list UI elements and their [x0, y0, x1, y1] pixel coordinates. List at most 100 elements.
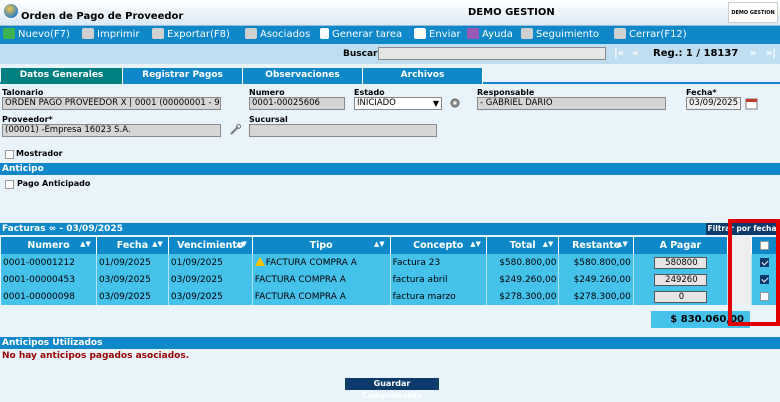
page-title: Orden de Pago de Proveedor: [21, 11, 184, 22]
close-button[interactable]: Cerrar(F12): [614, 27, 687, 43]
tab-archivos[interactable]: Archivos: [363, 68, 483, 84]
prev-page-button[interactable]: «: [632, 48, 638, 59]
sort-icon: ▲▼: [235, 240, 247, 248]
numero-label: Numero: [249, 88, 285, 97]
responsable-label: Responsable: [477, 88, 535, 97]
a-pagar-input[interactable]: 580800: [653, 256, 707, 269]
cell-tipo: FACTURA COMPRA A: [252, 271, 391, 288]
cell-fecha: 03/09/2025: [96, 271, 169, 288]
cell-numero: 0001-00001212: [1, 254, 97, 271]
mostrador-label: Mostrador: [16, 149, 63, 158]
cell-vencimiento: 03/09/2025: [168, 288, 253, 305]
cell-a-pagar: 249260: [633, 271, 728, 288]
tracking-button[interactable]: Seguimiento: [521, 27, 599, 43]
column-header-tipo[interactable]: Tipo ▲▼: [252, 237, 391, 254]
tab-datos-generales[interactable]: Datos Generales: [1, 68, 123, 84]
a-pagar-input[interactable]: 249260: [653, 273, 707, 286]
task-icon: [320, 28, 329, 39]
pager: |« «: [614, 48, 647, 59]
column-header-total[interactable]: Total ▲▼: [486, 237, 560, 254]
toolbar: Nuevo(F7) Imprimir Exportar(F8) Asociado…: [0, 26, 780, 44]
sort-icon: ▲▼: [617, 240, 628, 248]
print-button[interactable]: Imprimir: [82, 27, 140, 43]
empty-state-message: No hay anticipos pagados asociados.: [2, 351, 190, 361]
cell-concepto: Factura 23: [390, 254, 487, 271]
cell-tipo: FACTURA COMPRA A: [252, 288, 391, 305]
export-icon: [152, 28, 164, 39]
highlight-box: [728, 219, 780, 326]
tab-observaciones[interactable]: Observaciones: [243, 68, 363, 84]
close-icon: [614, 28, 626, 39]
export-button[interactable]: Exportar(F8): [152, 27, 230, 43]
sort-icon: ▲▼: [542, 240, 554, 248]
table-row[interactable]: 0001-00001212 01/09/2025 01/09/2025 FACT…: [1, 254, 777, 271]
printer-icon: [82, 28, 94, 39]
cell-restante: $580.800,00: [558, 254, 634, 271]
column-header-vencimiento[interactable]: Vencimiento ▲▼: [168, 237, 253, 254]
tab-bar: Datos Generales Registrar Pagos Observac…: [0, 68, 780, 84]
sort-icon: ▲▼: [470, 240, 481, 248]
talonario-field[interactable]: ORDEN PAGO PROVEEDOR X | 0001 (00000001 …: [2, 97, 221, 110]
gear-icon[interactable]: [449, 97, 461, 109]
sort-icon: ▲▼: [80, 240, 91, 248]
estado-select[interactable]: INICIADO ▼: [354, 97, 442, 110]
proveedor-field[interactable]: (00001) -Empresa 16023 S.A.: [2, 124, 221, 137]
last-page-button[interactable]: »|: [766, 48, 776, 59]
cell-numero: 0001-00000453: [1, 271, 97, 288]
column-header-fecha[interactable]: Fecha ▲▼: [96, 237, 169, 254]
mostrador-checkbox[interactable]: [5, 150, 14, 159]
generate-task-button[interactable]: Generar tarea: [320, 27, 402, 43]
proveedor-label: Proveedor*: [2, 115, 53, 124]
column-header-numero[interactable]: Numero ▲▼: [1, 237, 97, 254]
save-button[interactable]: Guardar Comprobante: [345, 378, 439, 400]
anticipos-utilizados-header: Anticipos Utilizados: [0, 337, 780, 349]
column-header-concepto[interactable]: Concepto ▲▼: [390, 237, 487, 254]
responsable-field[interactable]: - GABRIEL DARIO: [477, 97, 666, 110]
cell-concepto: factura abril: [390, 271, 487, 288]
wrench-icon[interactable]: [229, 124, 241, 136]
table-row[interactable]: 0001-00000098 03/09/2025 03/09/2025 FACT…: [1, 288, 777, 305]
cell-vencimiento: 03/09/2025: [168, 271, 253, 288]
cell-fecha: 03/09/2025: [96, 288, 169, 305]
search-label: Buscar: [343, 49, 378, 59]
cell-fecha: 01/09/2025: [96, 254, 169, 271]
app-logo-icon: [4, 4, 18, 18]
column-header-restante[interactable]: Restante ▲▼: [558, 237, 634, 254]
calendar-icon[interactable]: [745, 97, 758, 110]
brand-logo: DEMO GESTION: [728, 2, 778, 23]
cell-total: $580.800,00: [486, 254, 560, 271]
next-page-button[interactable]: »: [750, 48, 756, 59]
sucursal-field[interactable]: [249, 124, 437, 137]
sort-icon: ▲▼: [373, 240, 385, 248]
search-input[interactable]: [378, 47, 606, 60]
fecha-label: Fecha*: [686, 88, 717, 97]
talonario-label: Talonario: [2, 88, 44, 97]
cell-numero: 0001-00000098: [1, 288, 97, 305]
send-button[interactable]: Enviar: [414, 27, 461, 43]
help-button[interactable]: Ayuda: [467, 27, 513, 43]
search-bar: Buscar |« « Reg.: 1 / 18137 » »|: [0, 44, 780, 64]
new-button[interactable]: Nuevo(F7): [3, 27, 70, 43]
sort-icon: ▲▼: [152, 240, 163, 248]
help-icon: [467, 28, 479, 39]
associated-button[interactable]: Asociados: [245, 27, 310, 43]
anticipo-header: Anticipo: [0, 163, 780, 175]
cell-total: $249.260,00: [486, 271, 560, 288]
tab-registrar-pagos[interactable]: Registrar Pagos: [123, 68, 243, 84]
cell-vencimiento: 01/09/2025: [168, 254, 253, 271]
record-counter: Reg.: 1 / 18137 » »|: [653, 48, 776, 59]
numero-field[interactable]: 0001-00025606: [249, 97, 345, 110]
tracking-icon: [521, 28, 533, 39]
title-bar: Orden de Pago de Proveedor DEMO GESTION …: [0, 0, 780, 26]
table-row[interactable]: 0001-00000453 03/09/2025 03/09/2025 FACT…: [1, 271, 777, 288]
pago-anticipado-checkbox[interactable]: [5, 180, 14, 189]
fecha-field[interactable]: 03/09/2025: [686, 97, 741, 110]
cell-restante: $249.260,00: [558, 271, 634, 288]
cell-total: $278.300,00: [486, 288, 560, 305]
warning-icon: [254, 257, 265, 266]
first-page-button[interactable]: |«: [614, 48, 624, 59]
send-icon: [414, 28, 426, 39]
chevron-down-icon: ▼: [432, 99, 439, 108]
a-pagar-input[interactable]: 0: [653, 290, 707, 303]
company-name: DEMO GESTION: [468, 7, 555, 18]
